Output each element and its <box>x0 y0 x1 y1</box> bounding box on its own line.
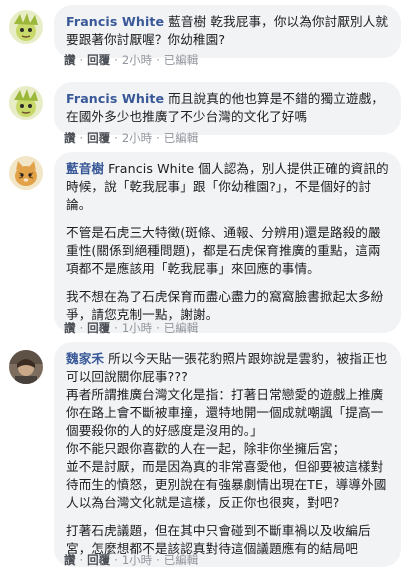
edited-label[interactable]: 已編輯 <box>164 321 199 335</box>
like-button[interactable]: 讚 <box>64 553 76 567</box>
separator-dot: · <box>114 321 118 335</box>
avatar[interactable] <box>9 350 43 384</box>
separator-dot: · <box>156 553 160 567</box>
comment-thread: Francis White 藍音樹 乾我屁事，你以為你討厭別人就要跟著你討厭喔？你… <box>0 0 417 572</box>
separator-dot: · <box>79 321 84 335</box>
avatar-image-icon <box>9 10 43 44</box>
comment: 藍音樹 Francis White 個人認為，別人提供正確的資訊的時候，說「乾我屁… <box>6 150 411 335</box>
separator-dot: · <box>79 53 84 67</box>
comment-bubble: 藍音樹 Francis White 個人認為，別人提供正確的資訊的時候，說「乾我屁… <box>54 152 401 333</box>
separator-dot: · <box>114 553 118 567</box>
comment-paragraph: 我不想在為了石虎保育而盡心盡力的窩窩臉書掀起太多紛爭，請您克制一點，謝謝。 <box>66 289 384 322</box>
comment-paragraph: 魏家禾 所以今天貼一張花豹照片跟妳說是雲豹，被指正也可以回說關你屁事??? 再者所… <box>66 350 389 512</box>
avatar[interactable] <box>9 10 43 44</box>
comment-bubble: Francis White 而且說真的他也算是不錯的獨立遊戲，在國外多少也推廣了不… <box>54 82 401 135</box>
separator-dot: · <box>79 553 84 567</box>
comment-actions: 讚 · 回覆 · 2小時 · 已編輯 <box>64 52 198 68</box>
comment-actions: 讚 · 回覆 · 1小時 · 已編輯 <box>64 320 198 336</box>
avatar-image-icon <box>9 86 43 120</box>
separator-dot: · <box>156 321 160 335</box>
separator-dot: · <box>156 131 160 145</box>
edited-label[interactable]: 已編輯 <box>164 553 199 567</box>
like-button[interactable]: 讚 <box>64 131 76 145</box>
edited-label[interactable]: 已編輯 <box>164 131 199 145</box>
reply-button[interactable]: 回覆 <box>87 553 110 567</box>
avatar-image-icon <box>9 156 43 190</box>
comment: Francis White 藍音樹 乾我屁事，你以為你討厭別人就要跟著你討厭喔？你… <box>6 0 411 68</box>
comment-text: 所以今天貼一張花豹照片跟妳說是雲豹，被指正也可以回說關你屁事??? 再者所謂推廣… <box>66 351 388 510</box>
comment-author[interactable]: 魏家禾 <box>66 351 104 366</box>
avatar[interactable] <box>9 156 43 190</box>
separator-dot: · <box>114 131 118 145</box>
avatar-image-icon <box>9 350 43 384</box>
comment-author[interactable]: Francis White <box>66 91 164 106</box>
comment-paragraph: 藍音樹 Francis White 個人認為，別人提供正確的資訊的時候，說「乾我屁… <box>66 160 389 214</box>
comment-timestamp[interactable]: 2小時 <box>122 131 152 145</box>
comment-text: Francis White 個人認為，別人提供正確的資訊的時候，說「乾我屁事」跟… <box>66 161 389 212</box>
like-button[interactable]: 讚 <box>64 321 76 335</box>
avatar[interactable] <box>9 86 43 120</box>
comment: 魏家禾 所以今天貼一張花豹照片跟妳說是雲豹，被指正也可以回說關你屁事??? 再者所… <box>6 340 411 572</box>
comment-actions: 讚 · 回覆 · 2小時 · 已編輯 <box>64 130 198 146</box>
comment-bubble: 魏家禾 所以今天貼一張花豹照片跟妳說是雲豹，被指正也可以回說關你屁事??? 再者所… <box>54 342 401 567</box>
like-button[interactable]: 讚 <box>64 53 76 67</box>
reply-button[interactable]: 回覆 <box>87 321 110 335</box>
comment-author[interactable]: 藍音樹 <box>66 161 104 176</box>
comment-timestamp[interactable]: 1小時 <box>122 321 152 335</box>
separator-dot: · <box>114 53 118 67</box>
comment-paragraph: 不管是石虎三大特徵(斑條、通報、分辨用)還是路殺的嚴重性(關係到絕種問題)，都是… <box>66 225 381 276</box>
edited-label[interactable]: 已編輯 <box>164 53 199 67</box>
comment-actions: 讚 · 回覆 · 1小時 · 已編輯 <box>64 552 198 568</box>
comment-author[interactable]: Francis White <box>66 14 164 29</box>
reply-button[interactable]: 回覆 <box>87 53 110 67</box>
comment-timestamp[interactable]: 2小時 <box>122 53 152 67</box>
separator-dot: · <box>156 53 160 67</box>
comment: Francis White 而且說真的他也算是不錯的獨立遊戲，在國外多少也推廣了不… <box>6 80 411 150</box>
reply-button[interactable]: 回覆 <box>87 131 110 145</box>
comment-timestamp[interactable]: 1小時 <box>122 553 152 567</box>
separator-dot: · <box>79 131 84 145</box>
comment-bubble: Francis White 藍音樹 乾我屁事，你以為你討厭別人就要跟著你討厭喔？你… <box>54 5 401 58</box>
